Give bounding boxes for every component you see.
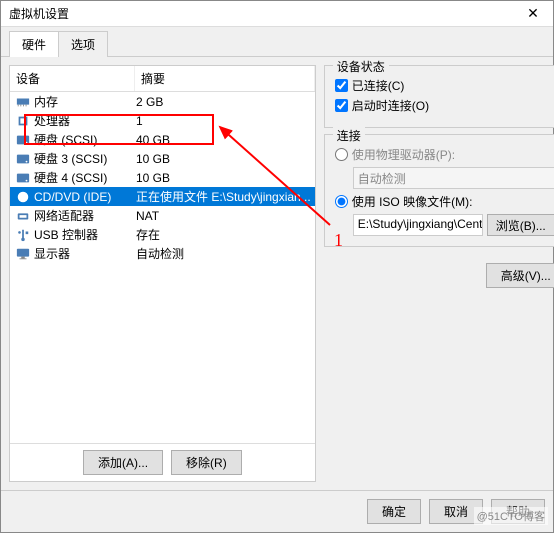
physical-radio-row[interactable]: 使用物理驱动器(P): (335, 146, 554, 163)
disk-icon (15, 152, 31, 166)
device-status-title: 设备状态 (333, 58, 389, 75)
connection-group: 连接 使用物理驱动器(P): 自动检测 使用 ISO 映像文件(M): E:\S… (324, 134, 554, 247)
device-name: 硬盘 3 (SCSI) (34, 150, 136, 167)
device-row[interactable]: 网络适配器 NAT (10, 206, 315, 225)
disk-icon (15, 133, 31, 147)
physical-select-row: 自动检测 (353, 167, 554, 189)
advanced-button[interactable]: 高级(V)... (486, 263, 554, 288)
memory-icon (15, 95, 31, 109)
connected-checkbox[interactable] (335, 79, 348, 92)
iso-path-input[interactable]: E:\Study\jingxiang\CentOS-... (353, 214, 483, 236)
device-name: 硬盘 4 (SCSI) (34, 169, 136, 186)
device-row[interactable]: 显示器 自动检测 (10, 244, 315, 263)
iso-file-row: E:\Study\jingxiang\CentOS-... 浏览(B)... (353, 214, 554, 236)
cpu-icon (15, 114, 31, 128)
device-row[interactable]: USB 控制器 存在 (10, 225, 315, 244)
iso-radio-row[interactable]: 使用 ISO 映像文件(M): (335, 193, 554, 210)
device-name: 显示器 (34, 245, 136, 262)
connection-title: 连接 (333, 127, 365, 144)
dialog-buttons: 确定 取消 帮助 (1, 490, 553, 532)
device-status-group: 设备状态 已连接(C) 启动时连接(O) (324, 65, 554, 128)
device-summary: 2 GB (136, 95, 315, 109)
settings-window: 虚拟机设置 ✕ 硬件 选项 设备 摘要 内存 2 GB 处理器 1 硬盘 (SC… (0, 0, 554, 533)
device-row[interactable]: 处理器 1 (10, 111, 315, 130)
device-name: 内存 (34, 93, 136, 110)
device-table-header: 设备 摘要 (10, 66, 315, 92)
content-area: 设备 摘要 内存 2 GB 处理器 1 硬盘 (SCSI) 40 GB 硬盘 3… (1, 56, 553, 490)
disk-icon (15, 171, 31, 185)
tab-hardware[interactable]: 硬件 (9, 31, 59, 57)
col-header-device[interactable]: 设备 (10, 66, 135, 91)
device-panel: 设备 摘要 内存 2 GB 处理器 1 硬盘 (SCSI) 40 GB 硬盘 3… (9, 65, 316, 482)
col-header-summary[interactable]: 摘要 (135, 66, 315, 91)
device-summary: 40 GB (136, 133, 315, 147)
watermark: @51CTO博客 (474, 507, 548, 525)
physical-select: 自动检测 (353, 167, 554, 189)
device-summary: 10 GB (136, 152, 315, 166)
device-buttons: 添加(A)... 移除(R) (10, 443, 315, 481)
add-button[interactable]: 添加(A)... (83, 450, 163, 475)
tab-options[interactable]: 选项 (58, 31, 108, 57)
display-icon (15, 247, 31, 261)
titlebar: 虚拟机设置 ✕ (1, 1, 553, 27)
connected-checkbox-row[interactable]: 已连接(C) (335, 77, 554, 94)
device-summary: 10 GB (136, 171, 315, 185)
device-row[interactable]: 硬盘 3 (SCSI) 10 GB (10, 149, 315, 168)
poweron-label: 启动时连接(O) (352, 97, 429, 114)
cd-icon (15, 190, 31, 204)
poweron-checkbox[interactable] (335, 99, 348, 112)
iso-label: 使用 ISO 映像文件(M): (352, 193, 473, 210)
close-icon: ✕ (527, 5, 539, 22)
device-table: 设备 摘要 内存 2 GB 处理器 1 硬盘 (SCSI) 40 GB 硬盘 3… (10, 66, 315, 443)
ok-button[interactable]: 确定 (367, 499, 421, 524)
device-summary: 1 (136, 114, 315, 128)
physical-label: 使用物理驱动器(P): (352, 146, 455, 163)
close-button[interactable]: ✕ (513, 1, 553, 27)
physical-radio[interactable] (335, 148, 348, 161)
device-summary: NAT (136, 209, 315, 223)
device-name: 网络适配器 (34, 207, 136, 224)
device-name: 硬盘 (SCSI) (34, 131, 136, 148)
device-summary: 存在 (136, 226, 315, 243)
device-name: 处理器 (34, 112, 136, 129)
device-name: CD/DVD (IDE) (34, 190, 136, 204)
usb-icon (15, 228, 31, 242)
device-row[interactable]: 硬盘 4 (SCSI) 10 GB (10, 168, 315, 187)
browse-button[interactable]: 浏览(B)... (487, 214, 554, 236)
device-row[interactable]: 内存 2 GB (10, 92, 315, 111)
iso-radio[interactable] (335, 195, 348, 208)
connected-label: 已连接(C) (352, 77, 405, 94)
poweron-checkbox-row[interactable]: 启动时连接(O) (335, 97, 554, 114)
device-name: USB 控制器 (34, 226, 136, 243)
annotation-label-1: 1 (334, 230, 343, 251)
device-summary: 自动检测 (136, 245, 315, 262)
device-summary: 正在使用文件 E:\Study\jingxian... (136, 188, 315, 205)
device-row[interactable]: CD/DVD (IDE) 正在使用文件 E:\Study\jingxian... (10, 187, 315, 206)
net-icon (15, 209, 31, 223)
window-title: 虚拟机设置 (9, 5, 69, 22)
device-row[interactable]: 硬盘 (SCSI) 40 GB (10, 130, 315, 149)
remove-button[interactable]: 移除(R) (171, 450, 242, 475)
settings-panel: 设备状态 已连接(C) 启动时连接(O) 连接 使用物理驱动器(P): 自动检测 (324, 65, 554, 482)
advanced-row: 高级(V)... (324, 263, 554, 288)
tab-bar: 硬件 选项 (1, 27, 553, 57)
